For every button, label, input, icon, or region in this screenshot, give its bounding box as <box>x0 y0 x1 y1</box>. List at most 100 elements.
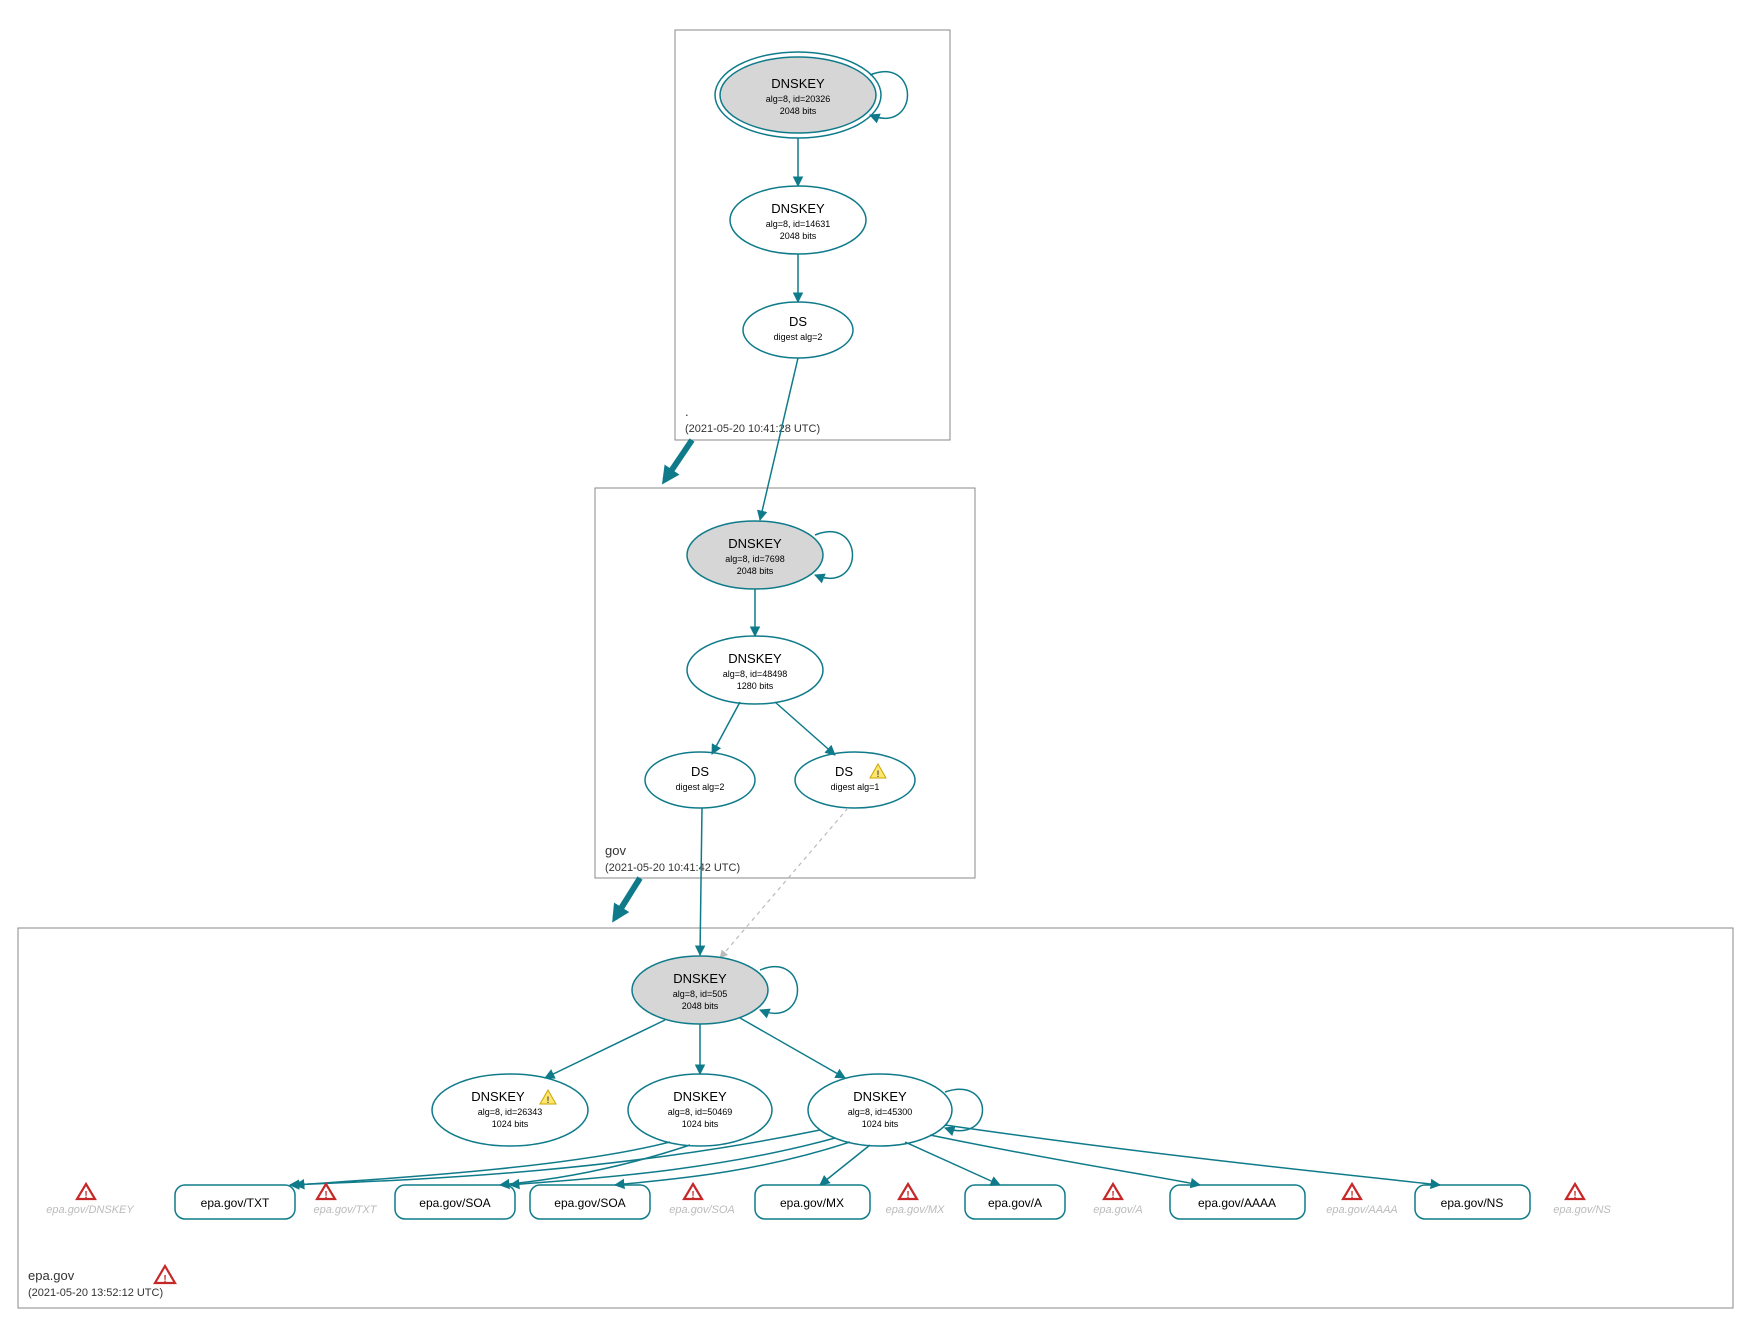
svg-text:epa.gov/SOA: epa.gov/SOA <box>669 1204 734 1216</box>
err-icon: ! <box>77 1184 95 1201</box>
node-root-ds[interactable]: DS digest alg=2 <box>743 302 853 358</box>
edge-rootds-govksk <box>760 358 798 520</box>
ghost-mx: ! epa.gov/MX <box>886 1184 945 1216</box>
svg-text:epa.gov/A: epa.gov/A <box>1093 1204 1143 1216</box>
ghost-txt: ! epa.gov/TXT <box>314 1184 378 1216</box>
svg-text:alg=8, id=26343: alg=8, id=26343 <box>478 1107 543 1117</box>
edge-epaksk-zska <box>545 1020 665 1078</box>
rr-txt[interactable]: epa.gov/TXT <box>175 1185 295 1219</box>
svg-text:alg=8, id=50469: alg=8, id=50469 <box>668 1107 733 1117</box>
svg-text:DS: DS <box>691 764 709 779</box>
svg-text:digest alg=2: digest alg=2 <box>676 782 725 792</box>
node-epa-zsk-a[interactable]: DNSKEY alg=8, id=26343 1024 bits ! <box>432 1074 588 1146</box>
edge-zskc-ns <box>945 1125 1440 1185</box>
svg-text:DNSKEY: DNSKEY <box>853 1089 907 1104</box>
edge-govds1-epaksk <box>700 808 702 955</box>
svg-text:!: ! <box>877 769 880 779</box>
svg-text:alg=8, id=48498: alg=8, id=48498 <box>723 669 788 679</box>
svg-text:epa.gov/AAAA: epa.gov/AAAA <box>1198 1196 1276 1210</box>
ghost-soa: ! epa.gov/SOA <box>669 1184 734 1216</box>
svg-text:digest alg=1: digest alg=1 <box>831 782 880 792</box>
node-gov-ksk[interactable]: DNSKEY alg=8, id=7698 2048 bits <box>687 521 823 589</box>
svg-text:epa.gov/NS: epa.gov/NS <box>1553 1204 1611 1216</box>
svg-text:epa.gov/SOA: epa.gov/SOA <box>554 1196 625 1210</box>
deleg-gov-epa <box>615 878 640 918</box>
svg-text:1024 bits: 1024 bits <box>492 1119 529 1129</box>
edge-epaksk-zskc <box>740 1018 845 1078</box>
node-root-zsk[interactable]: DNSKEY alg=8, id=14631 2048 bits <box>730 186 866 254</box>
svg-text:DNSKEY: DNSKEY <box>771 201 825 216</box>
svg-text:2048 bits: 2048 bits <box>682 1001 719 1011</box>
svg-text:alg=8, id=14631: alg=8, id=14631 <box>766 219 831 229</box>
svg-text:DS: DS <box>835 764 853 779</box>
svg-text:2048 bits: 2048 bits <box>780 106 817 116</box>
svg-text:DNSKEY: DNSKEY <box>471 1089 525 1104</box>
zone-label-root: . <box>685 404 689 419</box>
err-icon: ! <box>1343 1184 1361 1201</box>
err-icon: ! <box>684 1184 702 1201</box>
zone-ts-gov: (2021-05-20 10:41:42 UTC) <box>605 862 740 874</box>
rr-soa-2[interactable]: epa.gov/SOA <box>530 1185 650 1219</box>
svg-text:epa.gov/MX: epa.gov/MX <box>780 1196 844 1210</box>
rr-aaaa[interactable]: epa.gov/AAAA <box>1170 1185 1305 1219</box>
svg-text:!: ! <box>1573 1190 1576 1201</box>
ghost-a: ! epa.gov/A <box>1093 1184 1143 1216</box>
svg-text:DNSKEY: DNSKEY <box>673 1089 727 1104</box>
edge-zskb-txt <box>295 1142 670 1185</box>
svg-text:2048 bits: 2048 bits <box>780 231 817 241</box>
svg-text:alg=8, id=20326: alg=8, id=20326 <box>766 94 831 104</box>
svg-text:1024 bits: 1024 bits <box>862 1119 899 1129</box>
err-icon: ! <box>317 1184 335 1201</box>
edge-zskc-mx <box>820 1145 870 1185</box>
rr-mx[interactable]: epa.gov/MX <box>755 1185 870 1219</box>
svg-text:DNSKEY: DNSKEY <box>673 971 727 986</box>
err-icon: ! <box>899 1184 917 1201</box>
node-gov-ds2[interactable]: DS digest alg=1 ! <box>795 752 915 808</box>
edge-govds2-epaksk <box>720 808 848 958</box>
deleg-root-gov <box>665 440 692 480</box>
svg-text:!: ! <box>84 1190 87 1201</box>
err-icon: ! <box>1104 1184 1122 1201</box>
svg-text:!: ! <box>691 1190 694 1201</box>
svg-text:!: ! <box>1350 1190 1353 1201</box>
dnssec-diagram: . (2021-05-20 10:41:28 UTC) DNSKEY alg=8… <box>0 0 1747 1326</box>
svg-text:DNSKEY: DNSKEY <box>771 76 825 91</box>
node-gov-ds1[interactable]: DS digest alg=2 <box>645 752 755 808</box>
svg-text:epa.gov/A: epa.gov/A <box>988 1196 1042 1210</box>
svg-text:DS: DS <box>789 314 807 329</box>
svg-text:alg=8, id=45300: alg=8, id=45300 <box>848 1107 913 1117</box>
zone-label-gov: gov <box>605 843 626 858</box>
node-root-ksk[interactable]: DNSKEY alg=8, id=20326 2048 bits <box>715 52 881 138</box>
rr-ns[interactable]: epa.gov/NS <box>1415 1185 1530 1219</box>
node-epa-zsk-b[interactable]: DNSKEY alg=8, id=50469 1024 bits <box>628 1074 772 1146</box>
edge-zskc-aaaa <box>930 1135 1200 1185</box>
svg-text:!: ! <box>906 1190 909 1201</box>
err-icon: ! <box>1566 1184 1584 1201</box>
node-gov-zsk[interactable]: DNSKEY alg=8, id=48498 1280 bits <box>687 636 823 704</box>
svg-text:!: ! <box>163 1274 166 1285</box>
ghost-ns: ! epa.gov/NS <box>1553 1184 1611 1216</box>
svg-text:epa.gov/TXT: epa.gov/TXT <box>314 1204 378 1216</box>
svg-text:epa.gov/AAAA: epa.gov/AAAA <box>1326 1204 1398 1216</box>
node-epa-ksk[interactable]: DNSKEY alg=8, id=505 2048 bits <box>632 956 768 1024</box>
svg-text:epa.gov/SOA: epa.gov/SOA <box>419 1196 490 1210</box>
rr-soa-1[interactable]: epa.gov/SOA <box>395 1185 515 1219</box>
svg-text:epa.gov/MX: epa.gov/MX <box>886 1204 945 1216</box>
svg-text:!: ! <box>547 1095 550 1105</box>
svg-text:digest alg=2: digest alg=2 <box>774 332 823 342</box>
svg-text:2048 bits: 2048 bits <box>737 566 774 576</box>
zone-label-epa: epa.gov <box>28 1268 75 1283</box>
edge-zskc-soa2 <box>615 1142 850 1185</box>
svg-text:1280 bits: 1280 bits <box>737 681 774 691</box>
ghost-aaaa: ! epa.gov/AAAA <box>1326 1184 1398 1216</box>
svg-text:epa.gov/NS: epa.gov/NS <box>1441 1196 1504 1210</box>
zone-ts-epa: (2021-05-20 13:52:12 UTC) <box>28 1287 163 1299</box>
svg-text:1024 bits: 1024 bits <box>682 1119 719 1129</box>
edge-gov-zsk-ds1 <box>712 702 740 754</box>
svg-text:DNSKEY: DNSKEY <box>728 536 782 551</box>
svg-text:DNSKEY: DNSKEY <box>728 651 782 666</box>
rr-a[interactable]: epa.gov/A <box>965 1185 1065 1219</box>
edge-zskc-a <box>905 1142 1000 1185</box>
svg-text:epa.gov/TXT: epa.gov/TXT <box>201 1196 270 1210</box>
edge-gov-zsk-ds2 <box>775 702 835 755</box>
